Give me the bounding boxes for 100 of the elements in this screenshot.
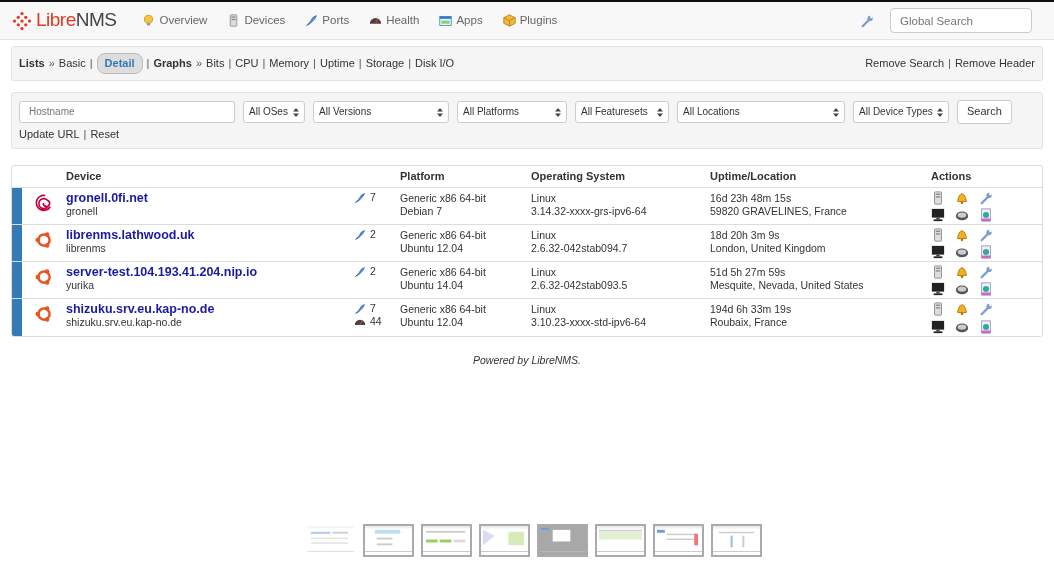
column-header: Uptime/Location	[710, 169, 798, 185]
header-link[interactable]: Remove Search	[865, 55, 945, 72]
hostname-field[interactable]: Hostname	[19, 100, 235, 123]
select-dropdown[interactable]: All Featuresets	[575, 100, 669, 123]
wrench-icon[interactable]	[979, 228, 993, 242]
sort-arrows-icon	[293, 107, 299, 117]
divider: |	[83, 127, 87, 140]
web-page-icon[interactable]	[979, 245, 993, 259]
os-name: Linux	[531, 192, 558, 205]
divider: |	[313, 56, 316, 71]
column-header: Actions	[931, 169, 972, 185]
wrench-icon[interactable]	[979, 302, 993, 316]
cable-icon	[354, 302, 366, 315]
platform-os: Debian 7	[400, 205, 444, 218]
os-version: 2.6.32-042stab094.7	[531, 242, 629, 255]
uptime-text: 194d 6h 33m 19s	[710, 303, 793, 316]
device-name: gronell	[66, 205, 99, 218]
os-version: 3.10.23-xxxx-std-ipv6-64	[531, 316, 647, 329]
device-link[interactable]: gronell.0fi.net	[66, 192, 148, 205]
sort-arrows-icon	[555, 107, 561, 117]
os-version: 2.6.32-042stab093.5	[531, 279, 629, 292]
platform-text: Generic x86 64-bit	[400, 303, 487, 316]
select-dropdown[interactable]: All Device Types	[853, 100, 949, 123]
divider: |	[948, 56, 951, 71]
view-link[interactable]: Basic	[58, 55, 86, 72]
status-bar	[12, 188, 22, 224]
platform-text: Generic x86 64-bit	[400, 266, 487, 279]
location-text: Roubaix, France	[710, 316, 789, 329]
nav-link[interactable]: Health	[359, 11, 430, 30]
nav-link[interactable]: Apps	[429, 11, 493, 30]
select-dropdown[interactable]: All OSes	[243, 100, 305, 123]
cable-icon	[354, 265, 366, 278]
device-link[interactable]: server-test.104.193.41.204.nip.io	[66, 266, 258, 279]
web-page-icon[interactable]	[979, 208, 993, 222]
filter-link[interactable]: Reset	[90, 127, 120, 140]
cable-icon	[305, 14, 319, 27]
ring-icon	[34, 267, 54, 287]
os-name: Linux	[531, 229, 558, 242]
breadcrumb-separator: »	[48, 56, 55, 71]
select-dropdown[interactable]: All Locations	[677, 100, 845, 123]
port-count: 2	[370, 265, 376, 278]
group-label: Lists	[19, 56, 45, 71]
web-page-icon[interactable]	[979, 319, 993, 334]
platform-os: Ubuntu 12.04	[400, 316, 465, 329]
device-name: yurika	[66, 279, 95, 292]
bell-icon[interactable]	[955, 265, 969, 279]
select-dropdown[interactable]: All Platforms	[457, 100, 567, 123]
sensor-count: 44	[370, 315, 382, 328]
sort-arrows-icon	[937, 107, 943, 117]
monitor-icon[interactable]	[931, 245, 945, 259]
swirl-icon	[34, 193, 54, 213]
location-text: 59820 GRAVELINES, France	[710, 205, 848, 218]
nav-link[interactable]: Devices	[217, 11, 296, 30]
box-icon	[502, 14, 516, 27]
header-link[interactable]: Remove Header	[954, 55, 1035, 72]
wrench-icon[interactable]	[860, 13, 874, 28]
view-link[interactable]: CPU	[235, 55, 259, 72]
monitor-icon[interactable]	[931, 208, 945, 222]
filter-link[interactable]: Update URL	[19, 127, 80, 140]
window-icon	[439, 14, 453, 27]
bell-icon[interactable]	[955, 191, 969, 205]
divider: |	[262, 56, 266, 71]
device-name: librenms	[66, 242, 107, 255]
select-dropdown[interactable]: All Versions	[313, 100, 449, 123]
os-name: Linux	[531, 303, 558, 316]
brand-logo[interactable]: LibreNMS	[12, 6, 117, 35]
logo-icon	[12, 10, 32, 31]
brand-name: LibreNMS	[36, 8, 117, 33]
footer-text: Powered by LibreNMS.	[472, 353, 582, 368]
column-header: Operating System	[531, 169, 627, 185]
os-name: Linux	[531, 266, 558, 279]
view-link[interactable]: Storage	[365, 55, 405, 72]
divider: |	[408, 56, 412, 71]
wrench-icon[interactable]	[979, 191, 993, 205]
nav-link[interactable]: Plugins	[492, 11, 568, 30]
nav-link[interactable]: Ports	[295, 11, 360, 30]
uptime-text: 51d 5h 27m 59s	[710, 266, 787, 279]
port-count: 2	[370, 228, 376, 241]
uptime-text: 18d 20h 3m 9s	[710, 229, 781, 242]
search-button[interactable]: Search	[957, 99, 1012, 124]
view-link[interactable]: Uptime	[319, 55, 355, 72]
divider: |	[89, 56, 93, 71]
sort-arrows-icon	[437, 107, 443, 117]
wrench-icon[interactable]	[979, 265, 993, 279]
device-link[interactable]: shizuku.srv.eu.kap-no.de	[66, 303, 215, 316]
view-link[interactable]: Bits	[206, 55, 225, 72]
view-link[interactable]: Disk I/O	[415, 55, 455, 72]
divider: |	[228, 56, 232, 71]
view-link[interactable]: Memory	[269, 55, 310, 72]
monitor-icon[interactable]	[931, 319, 945, 334]
monitor-icon[interactable]	[931, 282, 945, 296]
search-field[interactable]: Global Search	[890, 8, 1032, 33]
web-page-icon[interactable]	[979, 282, 993, 296]
group-label: Graphs	[153, 56, 192, 71]
nav-link[interactable]: Overview	[132, 11, 218, 30]
device-link[interactable]: librenms.lathwood.uk	[66, 229, 195, 242]
divider: |	[146, 56, 150, 71]
bell-icon[interactable]	[955, 302, 969, 316]
breadcrumb-separator: »	[195, 56, 203, 71]
bell-icon[interactable]	[955, 228, 969, 242]
